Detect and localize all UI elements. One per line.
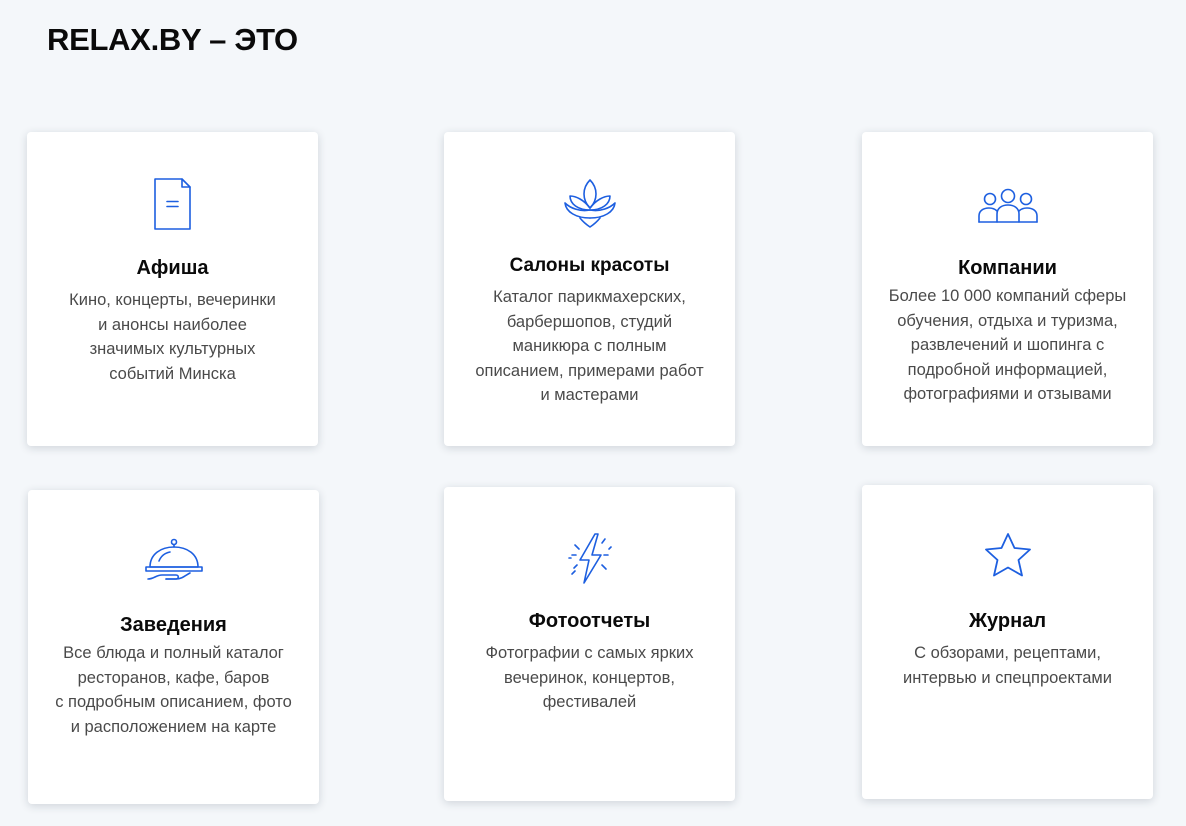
lotus-icon (558, 176, 622, 232)
card-title: Журнал (968, 610, 1047, 632)
document-icon (141, 176, 205, 232)
card-beauty-salons[interactable]: Салоны красоты Каталог парикмахерских, б… (444, 132, 735, 446)
page-title: RELAX.BY – ЭТО (47, 22, 298, 57)
card-venues[interactable]: Заведения Все блюда и полный каталог рес… (28, 490, 319, 804)
card-description: Более 10 000 компаний сферы обучения, от… (888, 287, 1127, 403)
card-title: Салоны красоты (509, 255, 670, 276)
star-icon (976, 529, 1040, 585)
card-description: Фотографии с самых ярких вечеринок, конц… (485, 644, 694, 711)
card-title: Афиша (136, 257, 209, 279)
card-photo-reports[interactable]: Фотоотчеты Фотографии с самых ярких вече… (444, 487, 735, 801)
card-description: Каталог парикмахерских, барбершопов, сту… (475, 288, 704, 404)
card-afisha[interactable]: Афиша Кино, концерты, вечеринки и анонсы… (27, 132, 318, 446)
card-title: Заведения (120, 614, 227, 636)
card-description: Кино, концерты, вечеринки и анонсы наибо… (69, 291, 276, 383)
card-companies[interactable]: Компании Более 10 000 компаний сферы обу… (862, 132, 1153, 446)
card-title: Фотоотчеты (528, 610, 651, 632)
card-title: Компании (958, 257, 1057, 279)
lightning-icon (558, 531, 622, 587)
card-journal[interactable]: Журнал С обзорами, рецептами, интервью и… (862, 485, 1153, 799)
card-description: С обзорами, рецептами, интервью и спецпр… (903, 644, 1112, 687)
cloche-serving-icon (142, 534, 206, 590)
card-description: Все блюда и полный каталог ресторанов, к… (55, 644, 292, 736)
people-group-icon (976, 176, 1040, 232)
